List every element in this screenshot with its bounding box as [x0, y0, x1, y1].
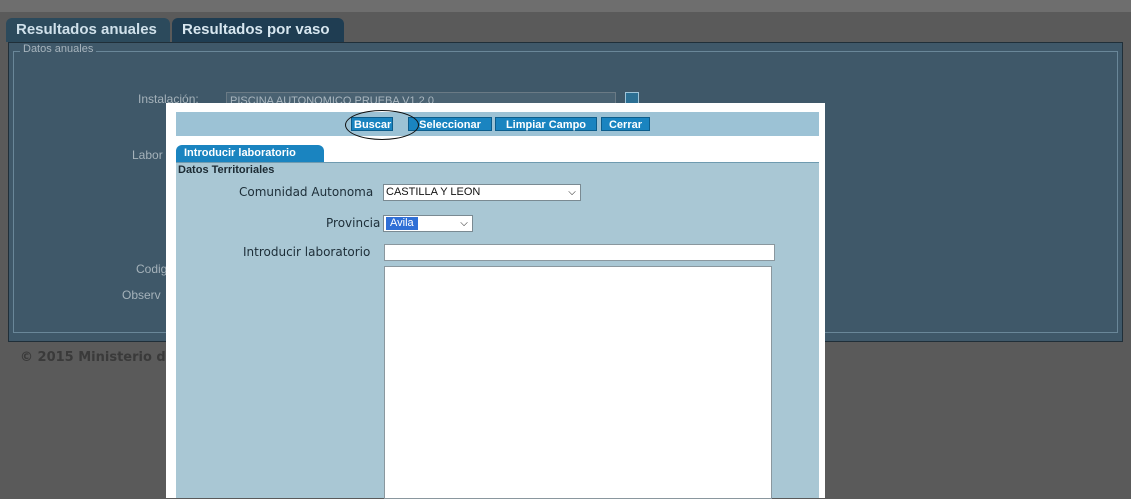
fieldset-legend: Datos anuales: [20, 43, 97, 55]
chevron-down-icon: ⌵: [460, 218, 468, 229]
lab-picker-modal: Buscar Seleccionar Limpiar Campo Cerrar …: [166, 103, 825, 499]
top-bar: [0, 0, 1131, 12]
buscar-button[interactable]: Buscar: [351, 117, 393, 131]
chevron-down-icon: ⌵: [568, 187, 576, 198]
codigo-label: Codig: [136, 262, 168, 276]
section-title: Datos Territoriales: [178, 164, 275, 176]
modal-toolbar: Buscar Seleccionar Limpiar Campo Cerrar: [176, 110, 819, 140]
tab-introducir-laboratorio[interactable]: Introducir laboratorio: [176, 145, 324, 162]
provincia-select[interactable]: Avila ⌵: [383, 215, 473, 232]
observaciones-label: Observ: [122, 288, 161, 302]
tab-resultados-anuales[interactable]: Resultados anuales: [6, 18, 170, 42]
comunidad-label: Comunidad Autonoma: [239, 185, 374, 199]
provincia-value: Avila: [386, 217, 418, 230]
footer-copyright: © 2015 Ministerio de: [20, 350, 175, 365]
limpiar-campo-button[interactable]: Limpiar Campo: [495, 117, 597, 131]
comunidad-select[interactable]: CASTILLA Y LEON ⌵: [383, 184, 581, 201]
provincia-label: Provincia: [326, 216, 381, 230]
lab-search-input[interactable]: [384, 244, 775, 261]
cerrar-button[interactable]: Cerrar: [601, 117, 650, 131]
seleccionar-button[interactable]: Seleccionar: [408, 117, 492, 131]
comunidad-value: CASTILLA Y LEON: [386, 186, 481, 198]
modal-content: Datos Territoriales Comunidad Autonoma C…: [176, 162, 819, 499]
laboratory-label: Labor: [132, 148, 163, 162]
lab-input-label: Introducir laboratorio: [243, 245, 371, 259]
lab-results-list[interactable]: [384, 266, 772, 499]
tab-resultados-por-vaso[interactable]: Resultados por vaso: [172, 18, 344, 42]
